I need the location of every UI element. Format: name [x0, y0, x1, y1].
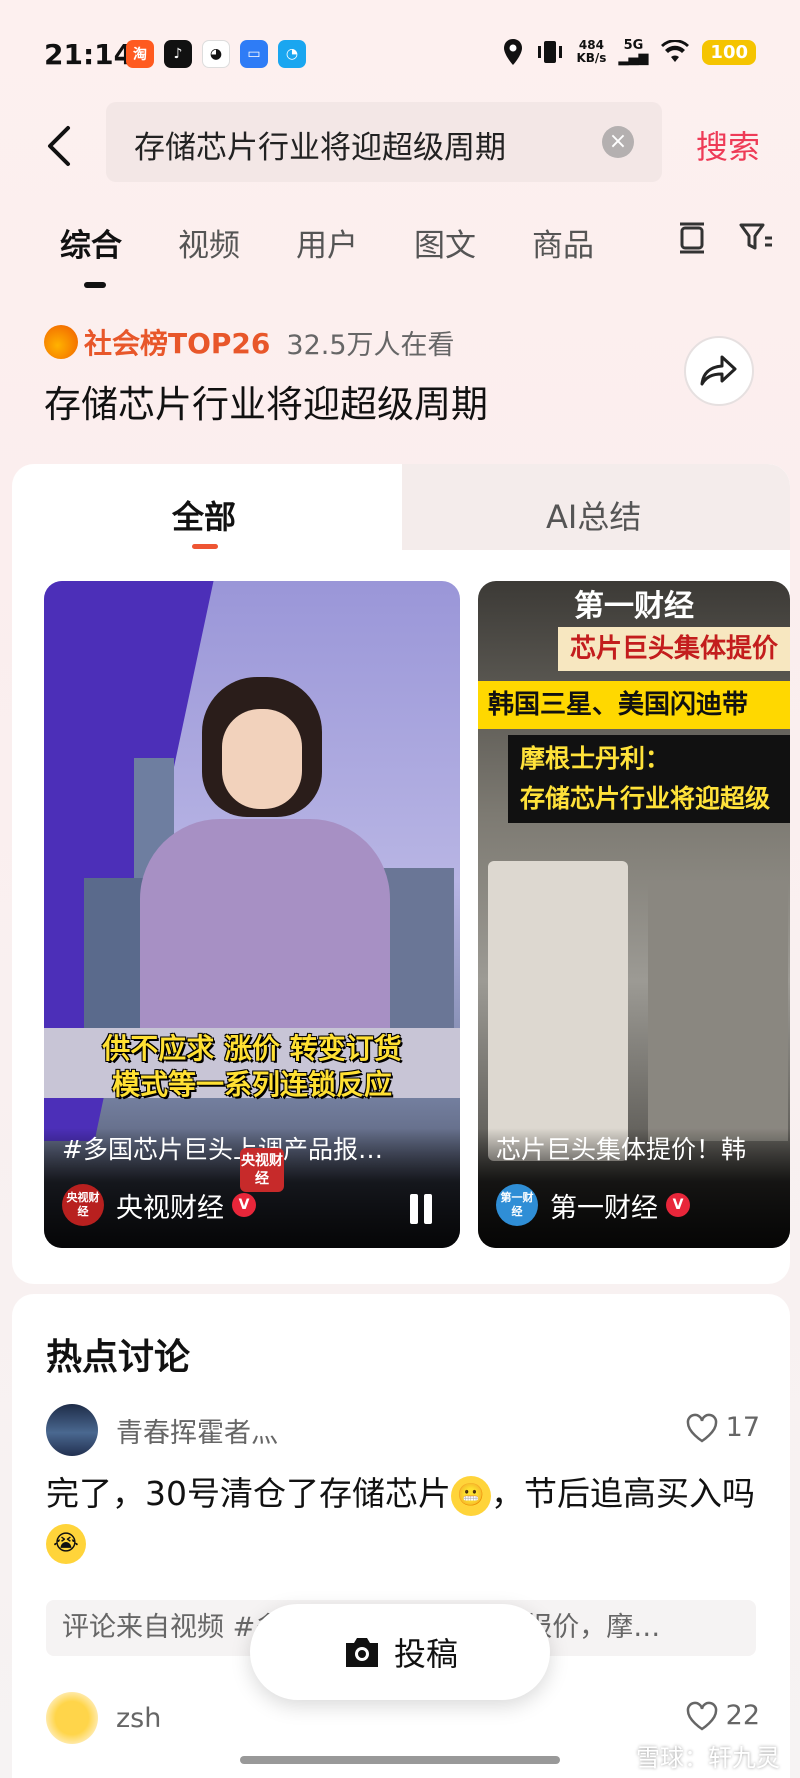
hot-discussion: 热点讨论 青春挥霍者灬 17 完了，30号清仓了存储芯片 😬 ，节后追高买入吗😭 评…: [12, 1294, 790, 1778]
message-app-icon: ▭: [240, 40, 268, 68]
author-avatar: 第一财经: [496, 1184, 538, 1226]
avatar: [46, 1404, 98, 1456]
video-caption-line2: 模式等一系列连锁反应: [111, 1068, 392, 1101]
viewer-count: 32.5万人在看: [286, 329, 455, 361]
video-author[interactable]: 第一财经 第一财经 V: [496, 1184, 690, 1226]
tab-video[interactable]: 视频: [178, 220, 240, 265]
avatar: [46, 1692, 98, 1744]
video-card[interactable]: 第一财经 芯片巨头集体提价 韩国三星、美国闪迪带 摩根士丹利： 存储芯片行业将迎…: [478, 581, 790, 1248]
topic-headline: 存储芯片行业将迎超级周期: [44, 383, 488, 426]
panel-tab-indicator: [192, 544, 218, 549]
wifi-icon: [661, 40, 690, 62]
tab-posts[interactable]: 图文: [414, 220, 476, 265]
signal-indicator: 5G ▂▄▆: [618, 38, 649, 66]
panel-tabs: 全部 AI总结: [12, 464, 790, 550]
author-name: 第一财经: [550, 1192, 658, 1224]
share-button[interactable]: [684, 336, 754, 406]
location-icon: [504, 39, 523, 65]
heart-icon: [686, 1413, 717, 1442]
search-query: 存储芯片行业将迎超级周期: [134, 130, 506, 166]
notification-icons: 淘 ♪ ◕ ▭ ◔: [126, 40, 306, 68]
video-headline2: 韩国三星、美国闪迪带: [478, 681, 790, 729]
username: 青春挥霍者灬: [116, 1417, 278, 1449]
status-time: 21:14: [44, 38, 134, 71]
crying-emoji-icon: 😭: [46, 1523, 86, 1564]
grimace-emoji-icon: 😬: [451, 1475, 491, 1516]
flame-icon: [44, 325, 78, 359]
search-input[interactable]: 存储芯片行业将迎超级周期 ×: [106, 102, 662, 182]
section-title: 热点讨论: [46, 1337, 191, 1378]
search-button[interactable]: 搜索: [696, 122, 760, 168]
username: zsh: [116, 1702, 162, 1734]
video-card[interactable]: 供不应求 涨价 转变订货 模式等一系列连锁反应 #多国芯片巨头上调产品报… 央视…: [44, 581, 460, 1248]
layout-toggle-icon[interactable]: [674, 220, 710, 256]
rank-badge[interactable]: 社会榜TOP26: [84, 322, 270, 362]
like-button[interactable]: 22: [686, 1700, 760, 1731]
search-header: 存储芯片行业将迎超级周期 × 搜索: [0, 100, 800, 190]
verified-icon: V: [666, 1193, 690, 1217]
status-bar: 21:14 淘 ♪ ◕ ▭ ◔ 484 KB/s 5G ▂▄▆ 100: [0, 0, 800, 100]
like-count: 22: [725, 1700, 760, 1731]
home-indicator[interactable]: [240, 1756, 560, 1764]
watermark: 雪球：轩九灵: [636, 1744, 780, 1772]
clear-icon[interactable]: ×: [602, 126, 634, 158]
hot-topic-meta: 社会榜TOP26 32.5万人在看: [44, 322, 455, 362]
like-count: 17: [725, 1412, 760, 1443]
result-tabs: 综合 视频 用户 图文 商品: [0, 212, 800, 292]
vibrate-icon: [538, 41, 563, 63]
video-headline1: 芯片巨头集体提价: [558, 627, 790, 671]
video-title: 芯片巨头集体提价！韩: [496, 1135, 747, 1164]
camera-icon: [345, 1638, 378, 1667]
share-icon: [700, 355, 737, 386]
tab-comprehensive[interactable]: 综合: [60, 220, 122, 265]
video-panel: 全部 AI总结 供不应求 涨价 转变订货 模式等一系列连锁反应 #多国芯片巨头上…: [12, 464, 790, 1284]
post-button[interactable]: 投稿: [250, 1604, 550, 1700]
battery-indicator: 100: [702, 39, 756, 65]
video-title: #多国芯片巨头上调产品报…: [62, 1135, 383, 1164]
tab-ai-summary[interactable]: AI总结: [546, 492, 641, 538]
douyin-icon: ♪: [164, 40, 192, 68]
filter-icon[interactable]: [738, 220, 774, 256]
author-name: 央视财经: [116, 1192, 224, 1224]
post-label: 投稿: [393, 1635, 458, 1673]
video-author[interactable]: 央视财经 央视财经 V: [62, 1184, 256, 1226]
system-icons: 484 KB/s 5G ▂▄▆ 100: [502, 38, 756, 66]
author-avatar: 央视财经: [62, 1184, 104, 1226]
taobao-icon: 淘: [126, 40, 154, 68]
verified-icon: V: [232, 1193, 256, 1217]
qq-icon: ◕: [202, 40, 230, 68]
like-button[interactable]: 17: [686, 1412, 760, 1443]
brand-logo: 第一财经: [574, 589, 694, 624]
server-equipment: [488, 861, 628, 1161]
video-caption-line1: 供不应求 涨价 转变订货: [102, 1032, 402, 1065]
tab-products[interactable]: 商品: [532, 220, 594, 265]
video-quote: 摩根士丹利： 存储芯片行业将迎超级: [508, 735, 790, 823]
chat-app-icon: ◔: [278, 40, 306, 68]
heart-icon: [686, 1701, 717, 1730]
net-speed: 484 KB/s: [576, 38, 607, 65]
pause-icon[interactable]: [408, 1194, 434, 1224]
back-arrow-icon[interactable]: [40, 122, 80, 170]
active-tab-indicator: [84, 282, 106, 288]
comment-text: 完了，30号清仓了存储芯片 😬 ，节后追高买入吗😭: [46, 1470, 766, 1566]
comment-user[interactable]: zsh: [46, 1692, 161, 1744]
tab-all[interactable]: 全部: [172, 492, 236, 538]
tab-users[interactable]: 用户: [296, 220, 358, 265]
comment-user[interactable]: 青春挥霍者灬: [46, 1404, 278, 1456]
